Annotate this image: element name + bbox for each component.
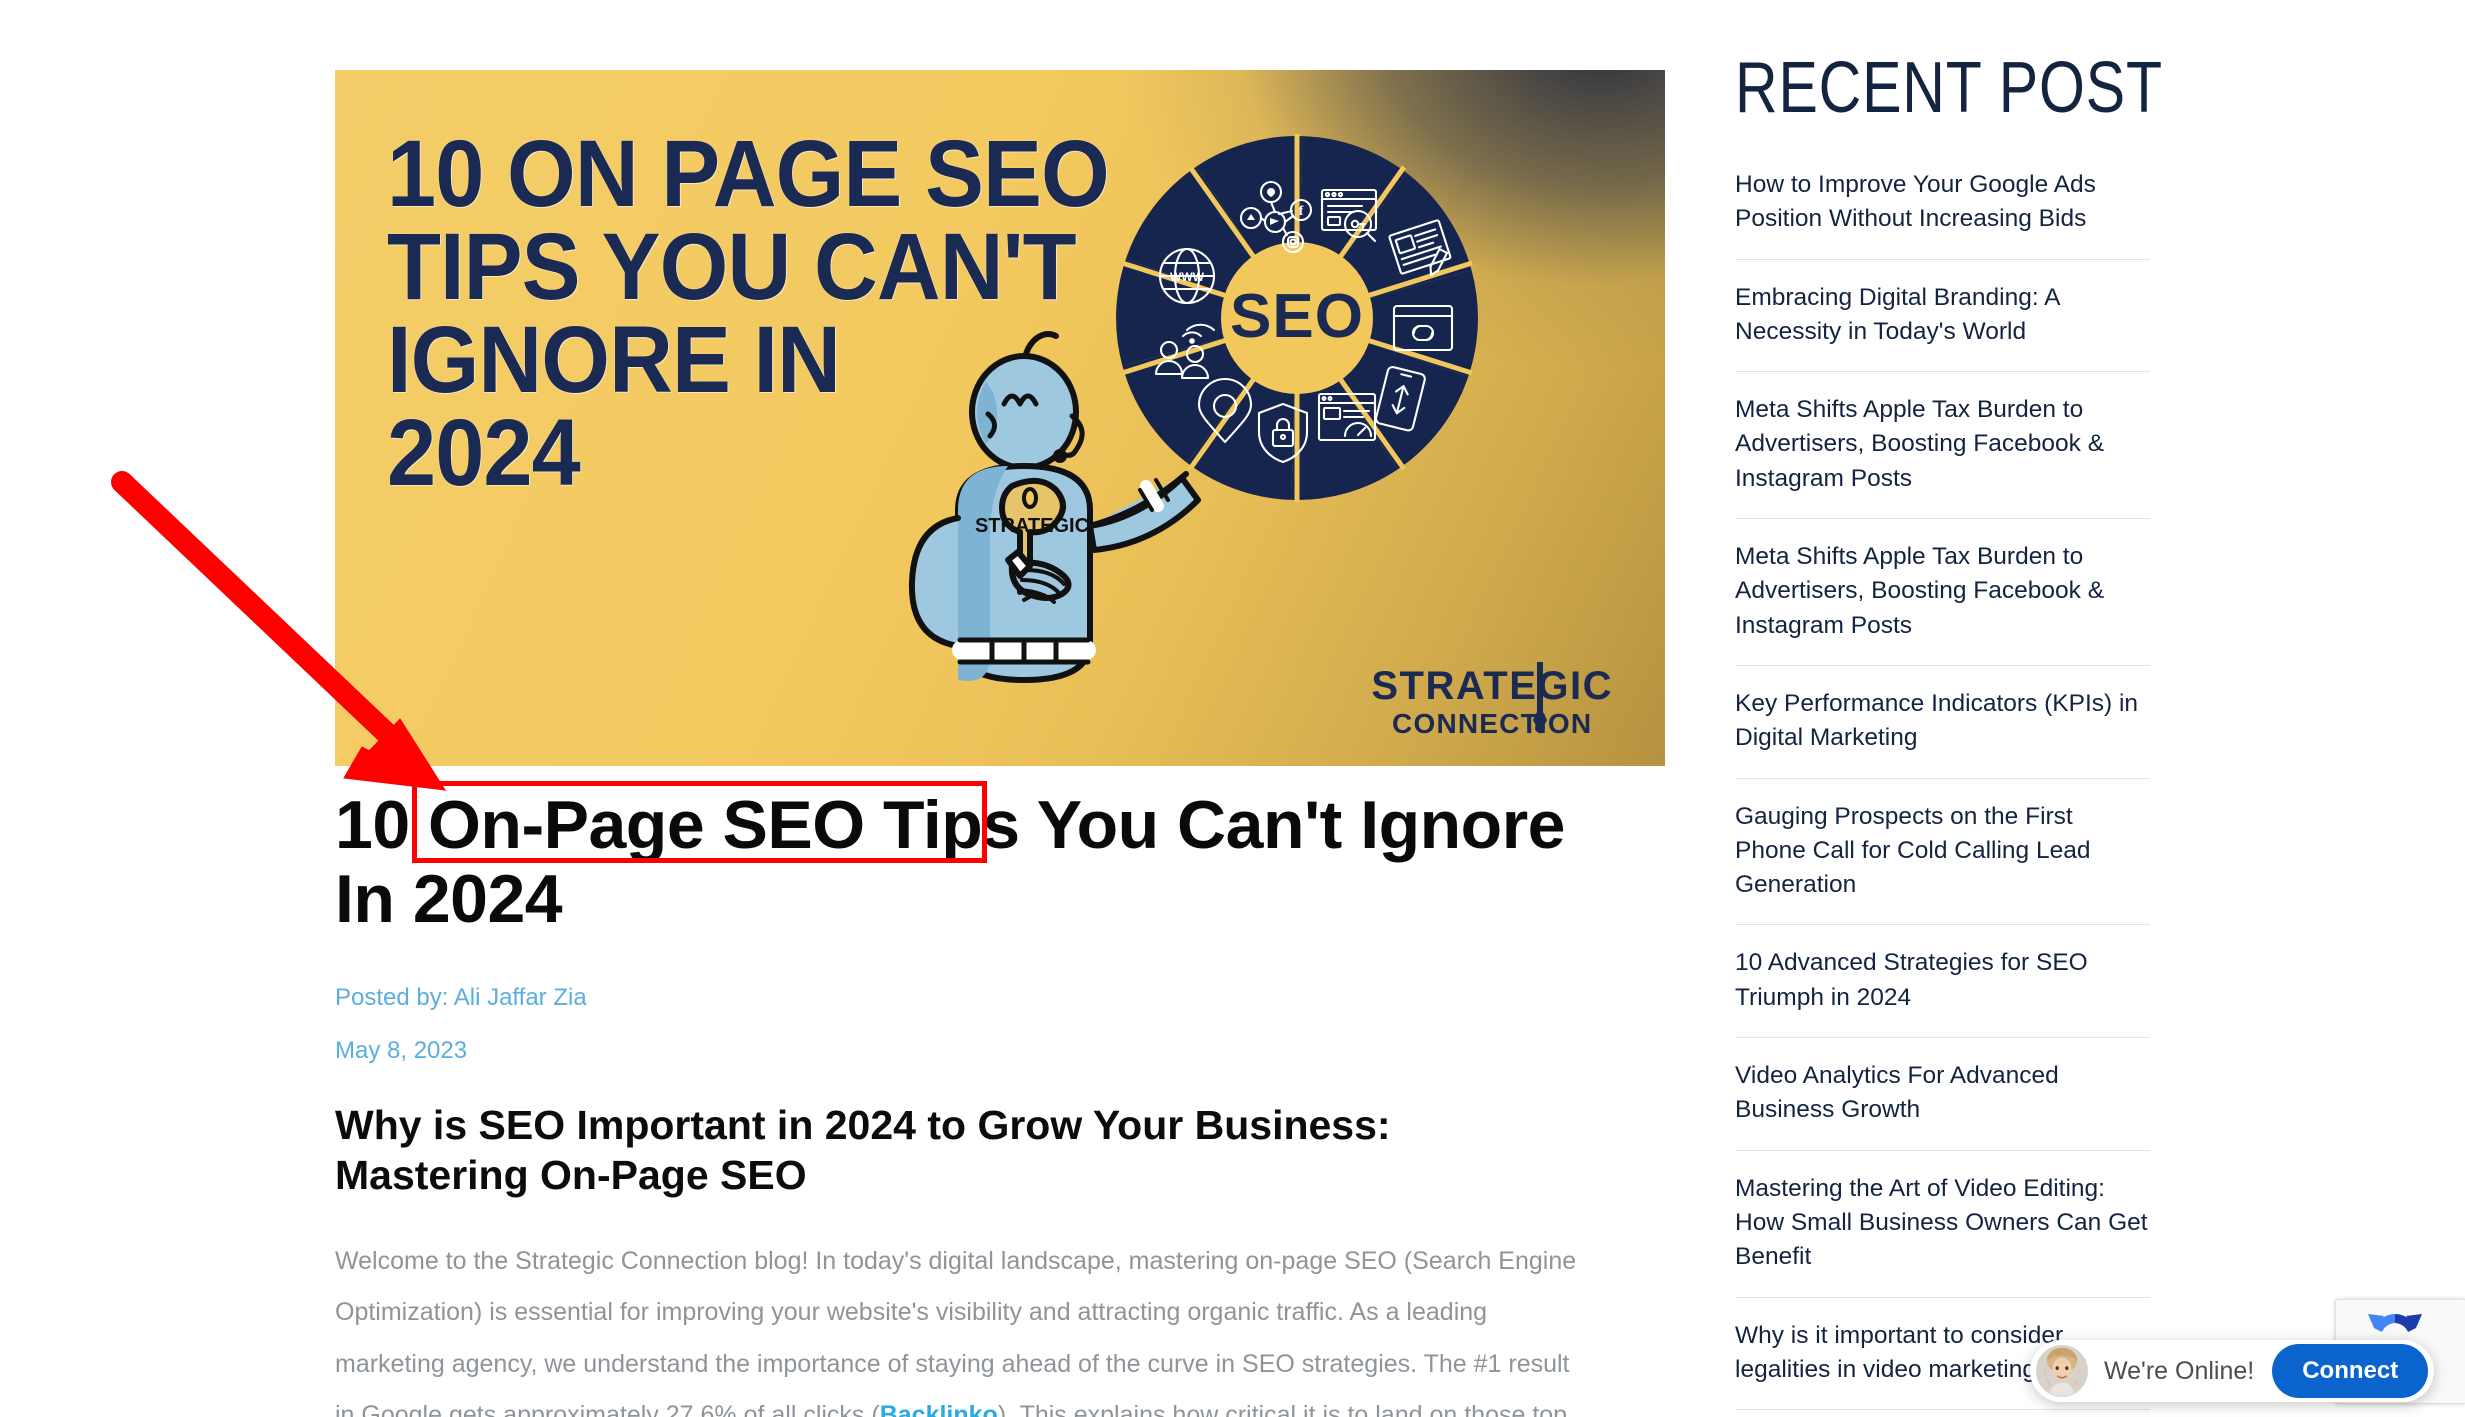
post-author[interactable]: Posted by: Ali Jaffar Zia [335, 982, 1665, 1013]
recent-post-item-7[interactable]: 10 Advanced Strategies for SEO Triumph i… [1735, 946, 2150, 1039]
recent-post-item-6[interactable]: Gauging Prospects on the First Phone Cal… [1735, 800, 2150, 926]
post-date: May 8, 2023 [335, 1036, 468, 1064]
brand-key-icon [1531, 661, 1549, 738]
recent-post-item-9[interactable]: Mastering the Art of Video Editing: How … [1735, 1172, 2150, 1298]
brand-logo-line-1: STRATEGIC [1371, 663, 1613, 708]
robot-mascot-illustration: STRATEGIC [900, 320, 1230, 750]
brand-logo: STRATEGIC CONNECTION [1371, 661, 1613, 740]
page-root: 10 ON PAGE SEO TIPS YOU CAN'T IGNORE IN … [0, 0, 2465, 1417]
avatar [2036, 1345, 2088, 1397]
live-chat-widget[interactable]: We're Online! Connect [2030, 1340, 2435, 1402]
recent-post-item-8[interactable]: Video Analytics For Advanced Business Gr… [1735, 1059, 2150, 1151]
banner-headline: 10 ON PAGE SEO TIPS YOU CAN'T IGNORE IN … [387, 121, 1110, 507]
recent-post-item-2[interactable]: Embracing Digital Branding: A Necessity … [1735, 281, 2150, 373]
section-heading: Why is SEO Important in 2024 to Grow You… [335, 1102, 1391, 1199]
sidebar-heading-recent-post: RECENT POST [1735, 48, 2163, 128]
page-title: 10 On-Page SEO Tips You Can't Ignore In … [335, 787, 1566, 936]
banner-headline-line-3: IGNORE IN [387, 307, 841, 414]
post-title-part-highlight: On-Page SEO Tips [428, 787, 1020, 863]
brand-logo-line-2: CONNECTION [1392, 707, 1593, 739]
post-body-paragraph: Welcome to the Strategic Connection blog… [335, 1236, 1585, 1417]
recent-post-list: How to Improve Your Google Ads Position … [1735, 168, 2150, 1417]
svg-text:STRATEGIC: STRATEGIC [975, 515, 1089, 537]
banner-headline-line-1: 10 ON PAGE SEO [387, 121, 1110, 227]
paragraph-text-before-link: Welcome to the Strategic Connection blog… [335, 1247, 1577, 1417]
recent-post-item-4[interactable]: Meta Shifts Apple Tax Burden to Advertis… [1735, 540, 2150, 666]
featured-post-image: 10 ON PAGE SEO TIPS YOU CAN'T IGNORE IN … [335, 70, 1665, 766]
chat-status-text: We're Online! [2104, 1356, 2255, 1385]
svg-text:f: f [1299, 204, 1304, 219]
svg-text:WWW: WWW [1170, 270, 1205, 284]
connect-button[interactable]: Connect [2272, 1344, 2429, 1398]
paragraph-text-after-link: ). This explains how critical it is to l… [997, 1400, 1568, 1417]
sidebar: RECENT POST How to Improve Your Google A… [1735, 48, 2163, 1417]
recent-post-item-1[interactable]: How to Improve Your Google Ads Position … [1735, 168, 2150, 260]
backlinko-link[interactable]: Backlinko [880, 1401, 998, 1417]
post-title-part-before: 10 [335, 787, 429, 863]
post-meta: Posted by: Ali Jaffar Zia May 8, 2023 [335, 982, 1665, 1066]
recent-post-item-3[interactable]: Meta Shifts Apple Tax Burden to Advertis… [1735, 393, 2150, 520]
recent-post-item-5[interactable]: Key Performance Indicators (KPIs) in Dig… [1735, 687, 2150, 779]
banner-headline-line-4: 2024 [387, 400, 581, 507]
main-content-column: 10 ON PAGE SEO TIPS YOU CAN'T IGNORE IN … [335, 70, 1665, 1417]
banner-headline-line-2: TIPS YOU CAN'T [387, 214, 1077, 321]
